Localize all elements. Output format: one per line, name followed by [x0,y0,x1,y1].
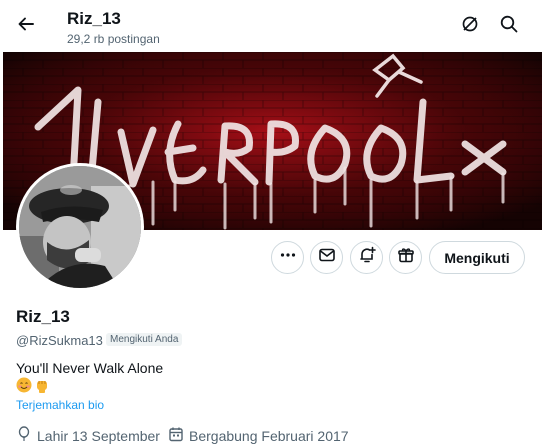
join-date-text: Bergabung Februari 2017 [189,427,349,444]
calendar-icon [168,426,184,444]
birthday-text: Lahir 13 September [37,427,160,444]
post-count: 29,2 rb postingan [67,32,160,46]
back-button[interactable] [10,10,42,42]
balloon-icon [16,426,32,444]
smiling-face-emoji-icon [16,377,32,393]
more-button[interactable] [271,241,304,274]
mail-icon [318,246,336,269]
raised-fist-emoji-icon [34,377,50,393]
following-button[interactable]: Mengikuti [429,241,525,274]
notify-button[interactable] [350,241,383,274]
bio-emojis [16,377,50,393]
refresh-icon [460,14,480,39]
profile-header: Riz_13 29,2 rb postingan [0,0,545,52]
search-button[interactable] [495,12,523,40]
user-handle: @RizSukma13 [16,333,103,348]
display-name: Riz_13 [16,307,70,326]
search-icon [499,14,519,39]
message-button[interactable] [310,241,343,274]
gift-icon [397,246,415,269]
header-title: Riz_13 [67,9,121,28]
refresh-button[interactable] [456,12,484,40]
more-icon [279,246,297,269]
translate-bio-link[interactable]: Terjemahkan bio [16,398,104,412]
bio-text: You'll Never Walk Alone [16,360,164,376]
birthday-info: Lahir 13 September [16,426,160,444]
gift-button[interactable] [389,241,422,274]
profile-avatar[interactable] [16,163,144,291]
follows-you-badge: Mengikuti Anda [106,333,183,346]
bell-plus-icon [358,246,376,269]
join-date-info: Bergabung Februari 2017 [168,426,349,444]
arrow-left-icon [16,14,36,39]
